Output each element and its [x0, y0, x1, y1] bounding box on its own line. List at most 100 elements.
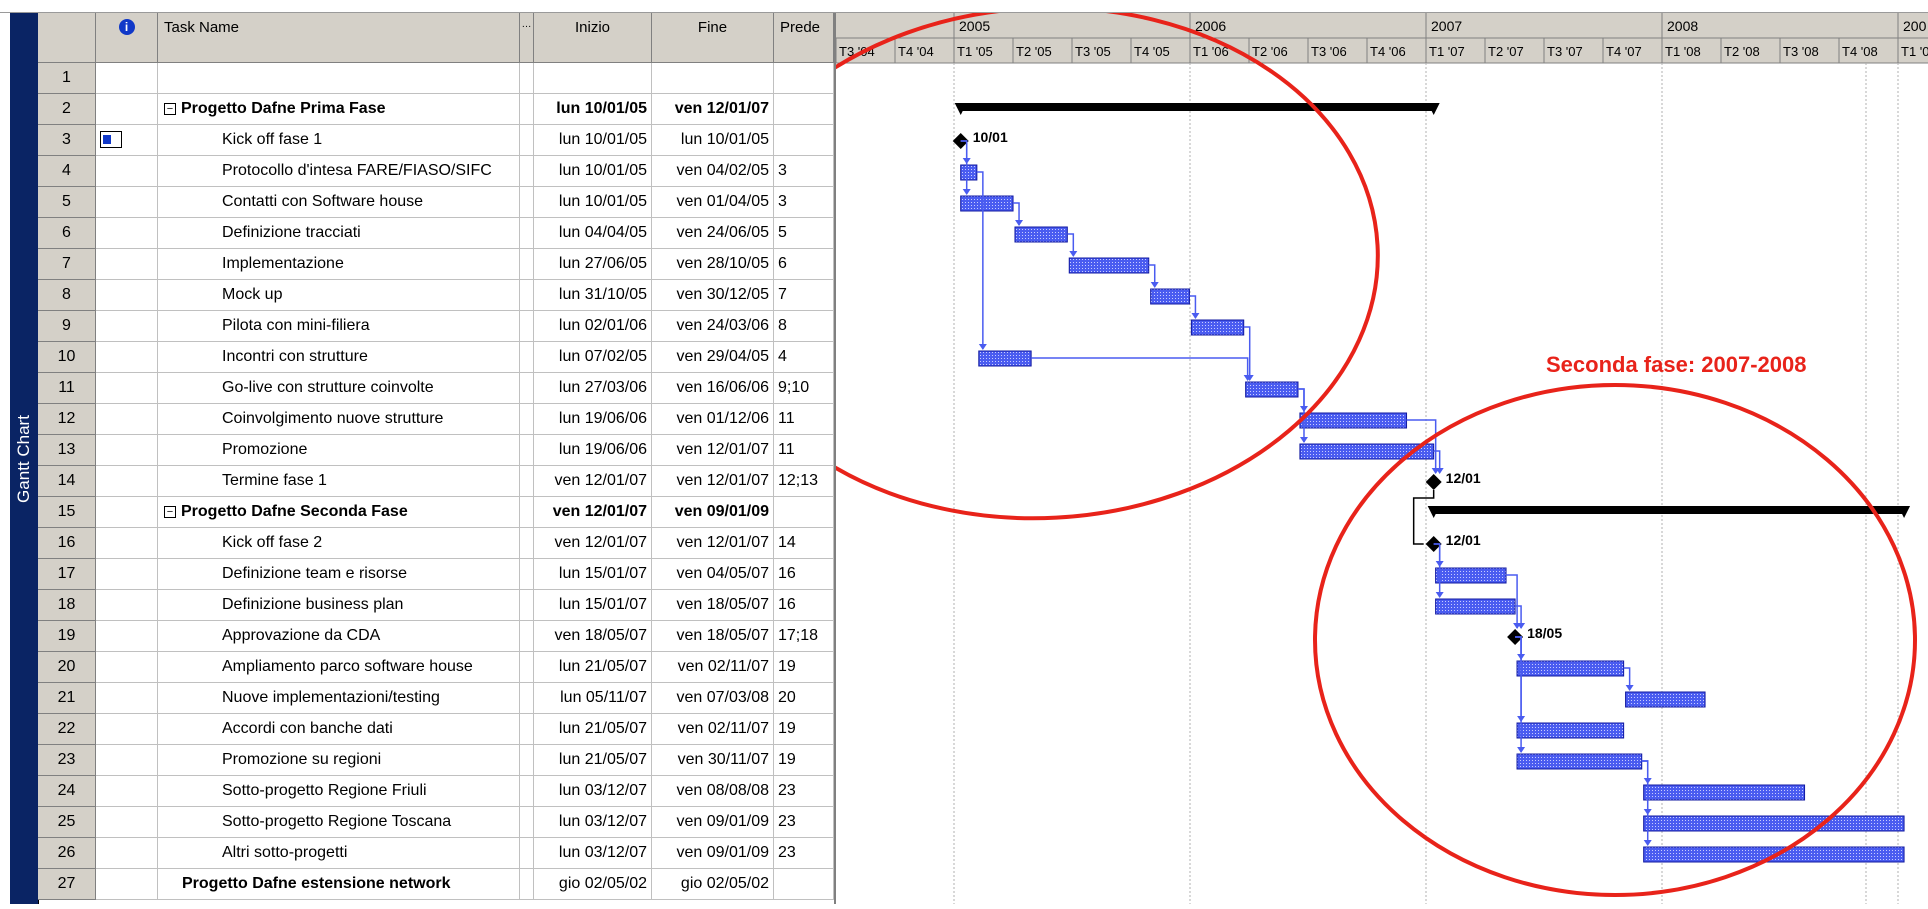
finish-date-cell[interactable]: ven 01/04/05: [652, 187, 774, 218]
indicator-cell[interactable]: [96, 714, 158, 745]
start-date-cell[interactable]: ven 18/05/07: [534, 621, 652, 652]
task-name-cell[interactable]: Nuove implementazioni/testing: [158, 683, 520, 714]
indicator-cell[interactable]: [96, 373, 158, 404]
predecessors-cell[interactable]: 16: [774, 590, 834, 621]
task-name-cell[interactable]: Sotto-progetto Regione Friuli: [158, 776, 520, 807]
task-name-cell[interactable]: Accordi con banche dati: [158, 714, 520, 745]
indicator-cell[interactable]: [96, 807, 158, 838]
predecessors-cell[interactable]: 3: [774, 156, 834, 187]
row-id-cell[interactable]: 4: [38, 156, 96, 187]
indicator-cell[interactable]: [96, 218, 158, 249]
start-date-cell[interactable]: lun 10/01/05: [534, 156, 652, 187]
finish-date-cell[interactable]: ven 12/01/07: [652, 435, 774, 466]
duration-cell[interactable]: [520, 342, 534, 373]
duration-cell[interactable]: [520, 838, 534, 869]
task-name-cell[interactable]: Kick off fase 2: [158, 528, 520, 559]
predecessors-cell[interactable]: 11: [774, 435, 834, 466]
finish-date-cell[interactable]: ven 28/10/05: [652, 249, 774, 280]
duration-cell[interactable]: [520, 776, 534, 807]
predecessors-cell[interactable]: 9;10: [774, 373, 834, 404]
predecessors-cell[interactable]: 19: [774, 714, 834, 745]
finish-date-cell[interactable]: ven 16/06/06: [652, 373, 774, 404]
row-id-cell[interactable]: 25: [38, 807, 96, 838]
start-date-cell[interactable]: lun 31/10/05: [534, 280, 652, 311]
finish-date-cell[interactable]: ven 18/05/07: [652, 590, 774, 621]
predecessors-cell[interactable]: 19: [774, 652, 834, 683]
predecessors-cell[interactable]: 14: [774, 528, 834, 559]
indicator-cell[interactable]: [96, 404, 158, 435]
duration-cell[interactable]: [520, 280, 534, 311]
row-id-cell[interactable]: 17: [38, 559, 96, 590]
task-row[interactable]: 14 Termine fase 1 ven 12/01/07 ven 12/01/0…: [38, 466, 834, 497]
task-row[interactable]: 8 Mock up lun 31/10/05 ven 30/12/05 7: [38, 280, 834, 311]
task-name-cell[interactable]: Sotto-progetto Regione Toscana: [158, 807, 520, 838]
predecessors-cell[interactable]: 5: [774, 218, 834, 249]
start-date-cell[interactable]: lun 15/01/07: [534, 590, 652, 621]
finish-date-cell[interactable]: ven 01/12/06: [652, 404, 774, 435]
indicator-cell[interactable]: [96, 187, 158, 218]
task-row[interactable]: 5 Contatti con Software house lun 10/01/0…: [38, 187, 834, 218]
finish-date-cell[interactable]: ven 12/01/07: [652, 466, 774, 497]
duration-cell[interactable]: [520, 187, 534, 218]
task-name-cell[interactable]: − Progetto Dafne Seconda Fase: [158, 497, 520, 528]
predecessors-cell[interactable]: [774, 497, 834, 528]
task-name-column-header[interactable]: Task Name: [158, 13, 520, 63]
indicator-cell[interactable]: [96, 745, 158, 776]
task-name-cell[interactable]: Contatti con Software house: [158, 187, 520, 218]
task-name-cell[interactable]: Definizione team e risorse: [158, 559, 520, 590]
start-date-cell[interactable]: lun 05/11/07: [534, 683, 652, 714]
task-row[interactable]: 4 Protocollo d'intesa FARE/FIASO/SIFC lun…: [38, 156, 834, 187]
row-id-cell[interactable]: 12: [38, 404, 96, 435]
finish-date-cell[interactable]: ven 04/02/05: [652, 156, 774, 187]
predecessors-column-header[interactable]: Prede: [774, 13, 834, 63]
task-name-cell[interactable]: Ampliamento parco software house: [158, 652, 520, 683]
start-date-cell[interactable]: lun 21/05/07: [534, 745, 652, 776]
task-row[interactable]: 20 Ampliamento parco software house lun 2…: [38, 652, 834, 683]
task-name-cell[interactable]: Definizione tracciati: [158, 218, 520, 249]
predecessors-cell[interactable]: 17;18: [774, 621, 834, 652]
finish-date-cell[interactable]: ven 29/04/05: [652, 342, 774, 373]
indicator-cell[interactable]: [96, 94, 158, 125]
predecessors-cell[interactable]: 4: [774, 342, 834, 373]
finish-date-cell[interactable]: gio 02/05/02: [652, 869, 774, 900]
indicator-cell[interactable]: [96, 652, 158, 683]
task-row[interactable]: 16 Kick off fase 2 ven 12/01/07 ven 12/01/…: [38, 528, 834, 559]
duration-cell[interactable]: [520, 683, 534, 714]
indicator-cell[interactable]: [96, 869, 158, 900]
task-name-cell[interactable]: Promozione su regioni: [158, 745, 520, 776]
start-date-cell[interactable]: lun 21/05/07: [534, 652, 652, 683]
finish-date-cell[interactable]: ven 09/01/09: [652, 497, 774, 528]
task-row[interactable]: 15 − Progetto Dafne Seconda Fase ven 12/01…: [38, 497, 834, 528]
start-date-cell[interactable]: lun 04/04/05: [534, 218, 652, 249]
start-date-cell[interactable]: lun 27/06/05: [534, 249, 652, 280]
row-id-cell[interactable]: 13: [38, 435, 96, 466]
finish-date-cell[interactable]: ven 02/11/07: [652, 714, 774, 745]
duration-cell[interactable]: [520, 63, 534, 94]
task-row[interactable]: 17 Definizione team e risorse lun 15/01/0…: [38, 559, 834, 590]
duration-cell[interactable]: [520, 652, 534, 683]
indicator-cell[interactable]: [96, 497, 158, 528]
start-date-cell[interactable]: lun 15/01/07: [534, 559, 652, 590]
task-row[interactable]: 13 Promozione lun 19/06/06 ven 12/01/07 11: [38, 435, 834, 466]
predecessors-cell[interactable]: 7: [774, 280, 834, 311]
duration-cell[interactable]: [520, 125, 534, 156]
predecessors-cell[interactable]: 20: [774, 683, 834, 714]
start-date-cell[interactable]: lun 19/06/06: [534, 435, 652, 466]
duration-cell[interactable]: [520, 156, 534, 187]
calendar-note-icon[interactable]: [100, 131, 122, 149]
row-id-cell[interactable]: 6: [38, 218, 96, 249]
task-row[interactable]: 10 Incontri con strutture lun 07/02/05 ven…: [38, 342, 834, 373]
task-name-cell[interactable]: Mock up: [158, 280, 520, 311]
task-name-cell[interactable]: − Progetto Dafne Prima Fase: [158, 94, 520, 125]
duration-cell[interactable]: [520, 807, 534, 838]
duration-cell[interactable]: [520, 869, 534, 900]
finish-date-cell[interactable]: ven 09/01/09: [652, 838, 774, 869]
duration-cell[interactable]: [520, 559, 534, 590]
start-date-cell[interactable]: lun 03/12/07: [534, 776, 652, 807]
task-row[interactable]: 6 Definizione tracciati lun 04/04/05 ven 2…: [38, 218, 834, 249]
duration-cell[interactable]: [520, 745, 534, 776]
row-id-cell[interactable]: 8: [38, 280, 96, 311]
task-row[interactable]: 2 − Progetto Dafne Prima Fase lun 10/01/05…: [38, 94, 834, 125]
predecessors-cell[interactable]: 23: [774, 838, 834, 869]
finish-date-cell[interactable]: ven 07/03/08: [652, 683, 774, 714]
